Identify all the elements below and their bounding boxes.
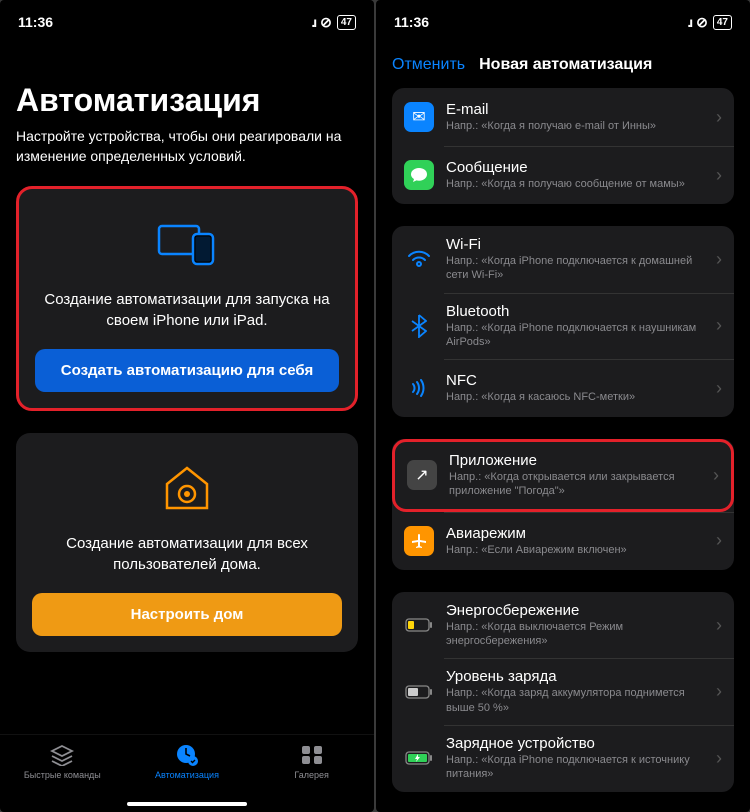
battery-icon: 47 [337,15,356,30]
app-icon: ↗ [407,460,437,490]
trigger-email[interactable]: ✉ E-mail Напр.: «Когда я получаю e-mail … [392,88,734,146]
wifi-icon [404,244,434,274]
group-app: ↗ Приложение Напр.: «Когда открывается и… [392,439,734,570]
item-sub: Напр.: «Когда iPhone подключается к науш… [446,321,704,350]
battery-icon: 47 [713,15,732,30]
item-title: Зарядное устройство [446,735,704,752]
item-sub: Напр.: «Когда я касаюсь NFC-метки» [446,390,704,404]
signal-icon [687,14,691,30]
chevron-right-icon: › [716,530,722,551]
trigger-wifi[interactable]: Wi-Fi Напр.: «Когда iPhone подключается … [392,226,734,293]
item-sub: Напр.: «Когда iPhone подключается к исто… [446,753,704,782]
page-title: Автоматизация [16,82,358,119]
home-icon [32,461,342,515]
card-text: Создание автоматизации для всех пользова… [32,533,342,575]
setup-home-button[interactable]: Настроить дом [32,593,342,636]
item-sub: Напр.: «Когда заряд аккумулятора подниме… [446,686,704,715]
tab-label: Быстрые команды [24,770,101,780]
item-sub: Напр.: «Если Авиарежим включен» [446,543,704,557]
group-communication: ✉ E-mail Напр.: «Когда я получаю e-mail … [392,88,734,204]
chevron-right-icon: › [716,748,722,769]
home-automation-card: Создание автоматизации для всех пользова… [16,433,358,652]
item-sub: Напр.: «Когда я получаю сообщение от мам… [446,177,704,191]
item-title: Bluetooth [446,303,704,320]
tab-gallery[interactable]: Галерея [257,743,367,780]
status-bar: 11:36 47 [0,0,374,44]
trigger-bluetooth[interactable]: Bluetooth Напр.: «Когда iPhone подключае… [392,293,734,360]
chevron-right-icon: › [716,165,722,186]
item-title: Приложение [449,452,701,469]
item-title: Уровень заряда [446,668,704,685]
email-icon: ✉ [404,102,434,132]
status-time: 11:36 [18,14,53,30]
chevron-right-icon: › [713,465,719,486]
tab-automation[interactable]: Автоматизация [132,743,242,780]
chevron-right-icon: › [716,615,722,636]
create-personal-automation-button[interactable]: Создать автоматизацию для себя [35,349,339,392]
low-power-icon [404,610,434,640]
item-sub: Напр.: «Когда я получаю e-mail от Инны» [446,119,704,133]
nav-title: Новая автоматизация [479,56,652,74]
charger-icon [404,743,434,773]
item-title: Авиарежим [446,525,704,542]
group-connectivity: Wi-Fi Напр.: «Когда iPhone подключается … [392,226,734,417]
stack-icon [50,743,74,767]
chevron-right-icon: › [716,378,722,399]
personal-automation-card: Создание автоматизации для запуска на св… [16,186,358,411]
chevron-right-icon: › [716,315,722,336]
trigger-charger[interactable]: Зарядное устройство Напр.: «Когда iPhone… [392,725,734,792]
left-screen: 11:36 47 Автоматизация Настройте устройс… [0,0,374,812]
nfc-icon [404,373,434,403]
group-battery: Энергосбережение Напр.: «Когда выключает… [392,592,734,792]
item-title: Сообщение [446,159,704,176]
tab-shortcuts[interactable]: Быстрые команды [7,743,117,780]
page-subtitle: Настройте устройства, чтобы они реагиров… [16,127,358,166]
item-sub: Напр.: «Когда выключается Режим энергосб… [446,620,704,649]
devices-icon [35,217,339,271]
tab-bar: Быстрые команды Автоматизация Галерея [0,734,374,812]
main-content: Автоматизация Настройте устройства, чтоб… [0,44,374,734]
item-title: Энергосбережение [446,602,704,619]
signal-icon [311,14,315,30]
trigger-battery-level[interactable]: Уровень заряда Напр.: «Когда заряд аккум… [392,658,734,725]
status-bar: 11:36 47 [376,0,750,44]
grid-icon [300,743,324,767]
trigger-nfc[interactable]: NFC Напр.: «Когда я касаюсь NFC-метки» › [392,359,734,417]
link-icon [320,14,332,31]
tab-label: Галерея [294,770,329,780]
item-title: Wi-Fi [446,236,704,253]
trigger-app[interactable]: ↗ Приложение Напр.: «Когда открывается и… [392,439,734,512]
bluetooth-icon [404,311,434,341]
home-indicator[interactable] [127,802,247,806]
item-title: E-mail [446,101,704,118]
battery-level-icon [404,677,434,707]
clock-check-icon [175,743,199,767]
trigger-message[interactable]: Сообщение Напр.: «Когда я получаю сообще… [392,146,734,204]
status-right: 47 [687,14,732,31]
airplane-icon [404,526,434,556]
nav-header: Отменить Новая автоматизация [376,44,750,88]
trigger-low-power[interactable]: Энергосбережение Напр.: «Когда выключает… [392,592,734,659]
chevron-right-icon: › [716,681,722,702]
item-sub: Напр.: «Когда iPhone подключается к дома… [446,254,704,283]
tab-label: Автоматизация [155,770,219,780]
message-icon [404,160,434,190]
item-sub: Напр.: «Когда открывается или закрываетс… [449,470,701,499]
status-right: 47 [311,14,356,31]
card-text: Создание автоматизации для запуска на св… [35,289,339,331]
right-screen: 11:36 47 Отменить Новая автоматизация ✉ … [376,0,750,812]
chevron-right-icon: › [716,107,722,128]
trigger-list: ✉ E-mail Напр.: «Когда я получаю e-mail … [376,88,750,812]
link-icon [696,14,708,31]
cancel-button[interactable]: Отменить [392,56,465,74]
trigger-airplane[interactable]: Авиарежим Напр.: «Если Авиарежим включен… [392,512,734,570]
status-time: 11:36 [394,14,429,30]
chevron-right-icon: › [716,249,722,270]
item-title: NFC [446,372,704,389]
